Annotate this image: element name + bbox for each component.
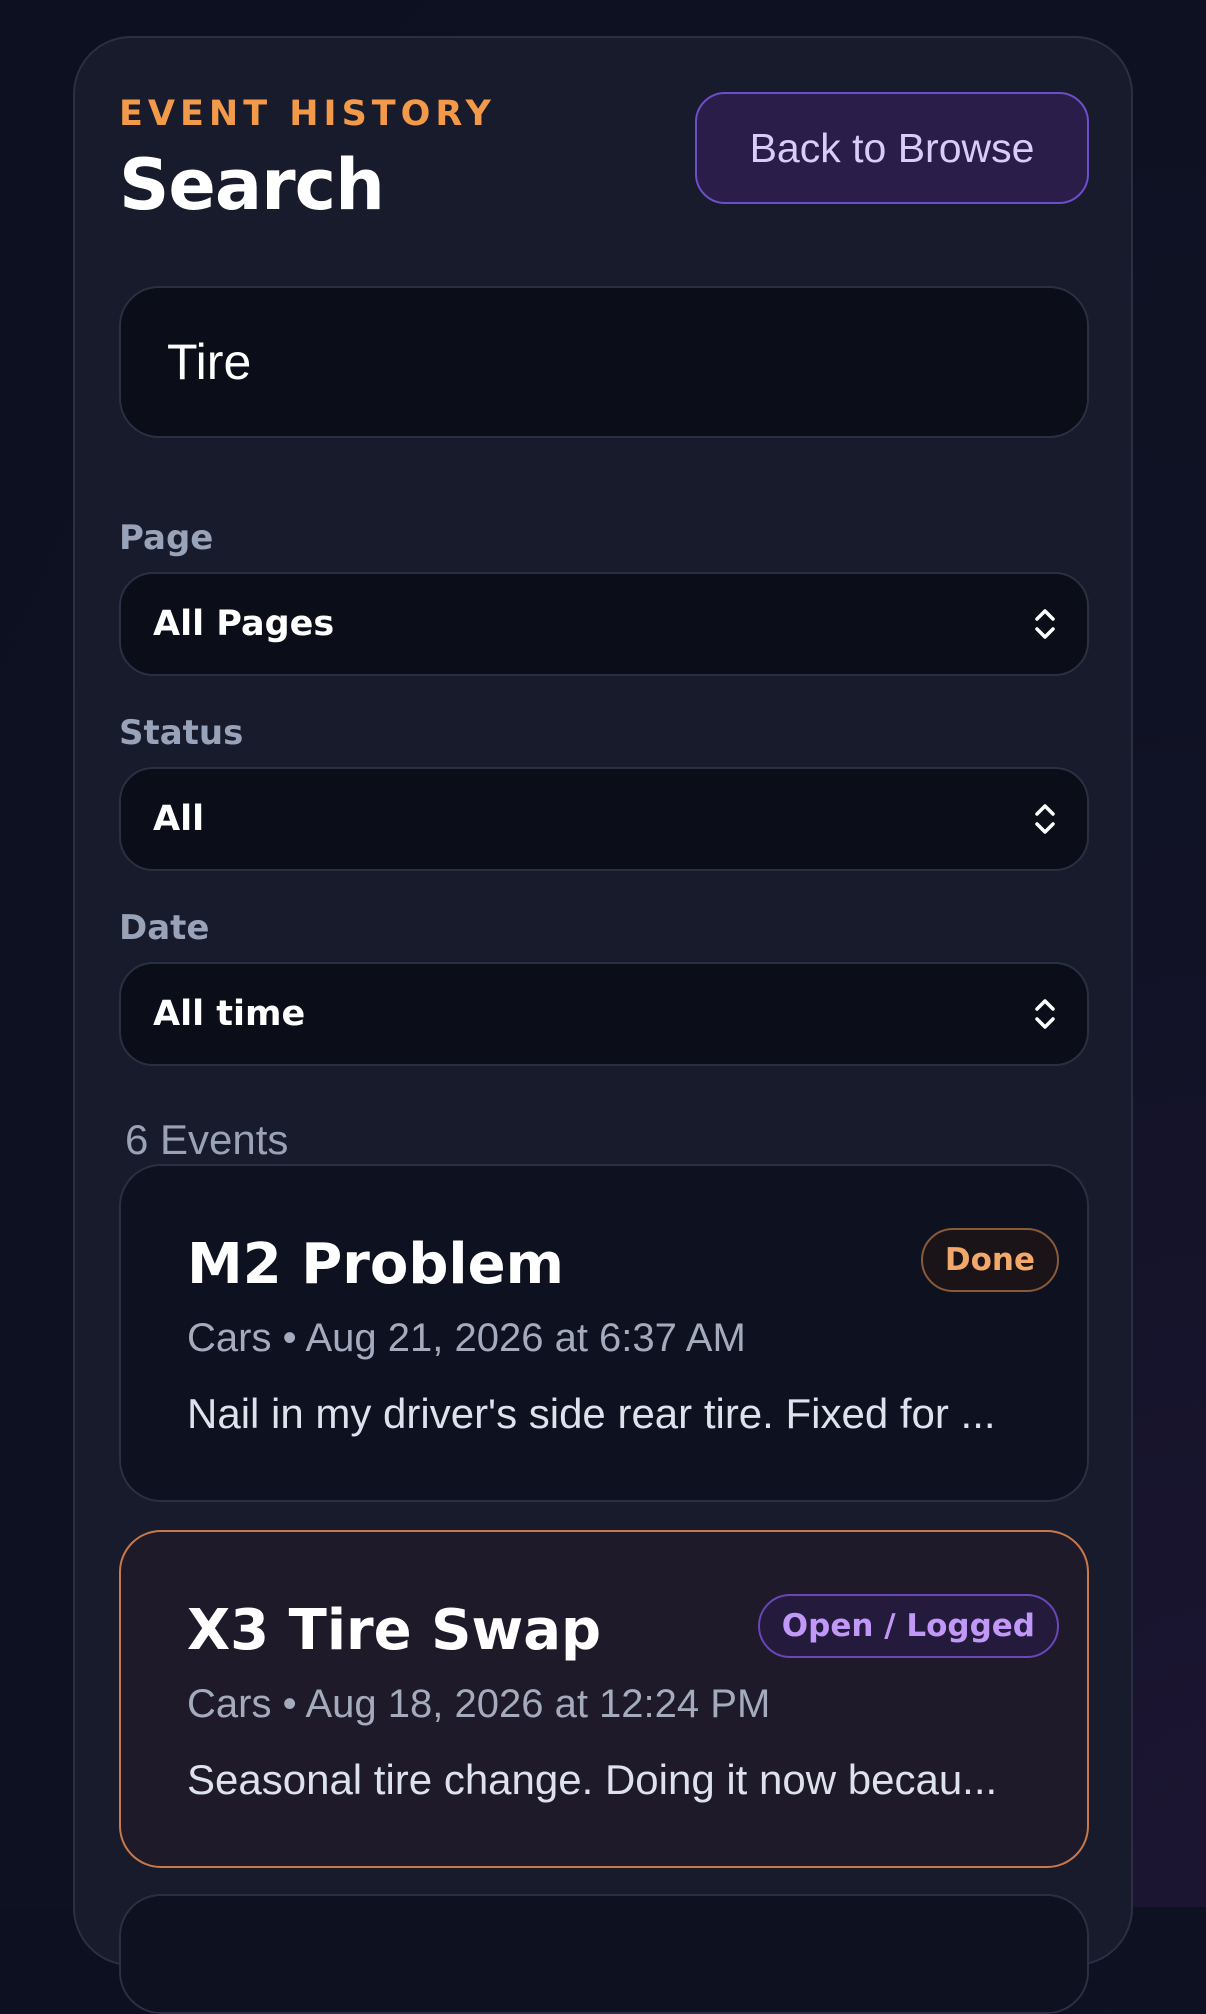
event-title: X3 Tire Swap <box>187 1598 602 1663</box>
date-filter-label: Date <box>119 908 210 948</box>
status-filter-label: Status <box>119 713 244 753</box>
page-filter-value: All Pages <box>153 604 335 644</box>
event-card[interactable]: M2 Problem Done Cars • Aug 21, 2026 at 6… <box>119 1164 1089 1502</box>
event-history-panel: EVENT HISTORY Search Back to Browse Tire… <box>73 36 1133 2014</box>
search-input[interactable]: Tire <box>119 286 1089 438</box>
chevron-up-down-icon <box>1035 609 1055 639</box>
status-filter-value: All <box>153 799 205 839</box>
chevron-up-down-icon <box>1035 804 1055 834</box>
page-filter-select[interactable]: All Pages <box>119 572 1089 676</box>
date-filter-value: All time <box>153 994 306 1034</box>
event-card[interactable]: X3 Tire Swap Open / Logged Cars • Aug 18… <box>119 1530 1089 1868</box>
event-title: M2 Problem <box>187 1232 564 1297</box>
section-eyebrow: EVENT HISTORY <box>119 94 496 134</box>
event-meta: Cars • Aug 18, 2026 at 12:24 PM <box>187 1682 771 1726</box>
date-filter-select[interactable]: All time <box>119 962 1089 1066</box>
page-title: Search <box>119 144 385 226</box>
page-filter-label: Page <box>119 518 214 558</box>
back-to-browse-button[interactable]: Back to Browse <box>695 92 1089 204</box>
status-badge: Done <box>920 1228 1059 1292</box>
event-card-partial[interactable] <box>119 1894 1089 2014</box>
status-filter-select[interactable]: All <box>119 767 1089 871</box>
chevron-up-down-icon <box>1035 999 1055 1029</box>
status-badge: Open / Logged <box>757 1594 1059 1658</box>
event-summary: Seasonal tire change. Doing it now becau… <box>187 1756 998 1803</box>
event-summary: Nail in my driver's side rear tire. Fixe… <box>187 1390 996 1437</box>
event-meta: Cars • Aug 21, 2026 at 6:37 AM <box>187 1316 746 1360</box>
results-count: 6 Events <box>125 1116 289 1163</box>
